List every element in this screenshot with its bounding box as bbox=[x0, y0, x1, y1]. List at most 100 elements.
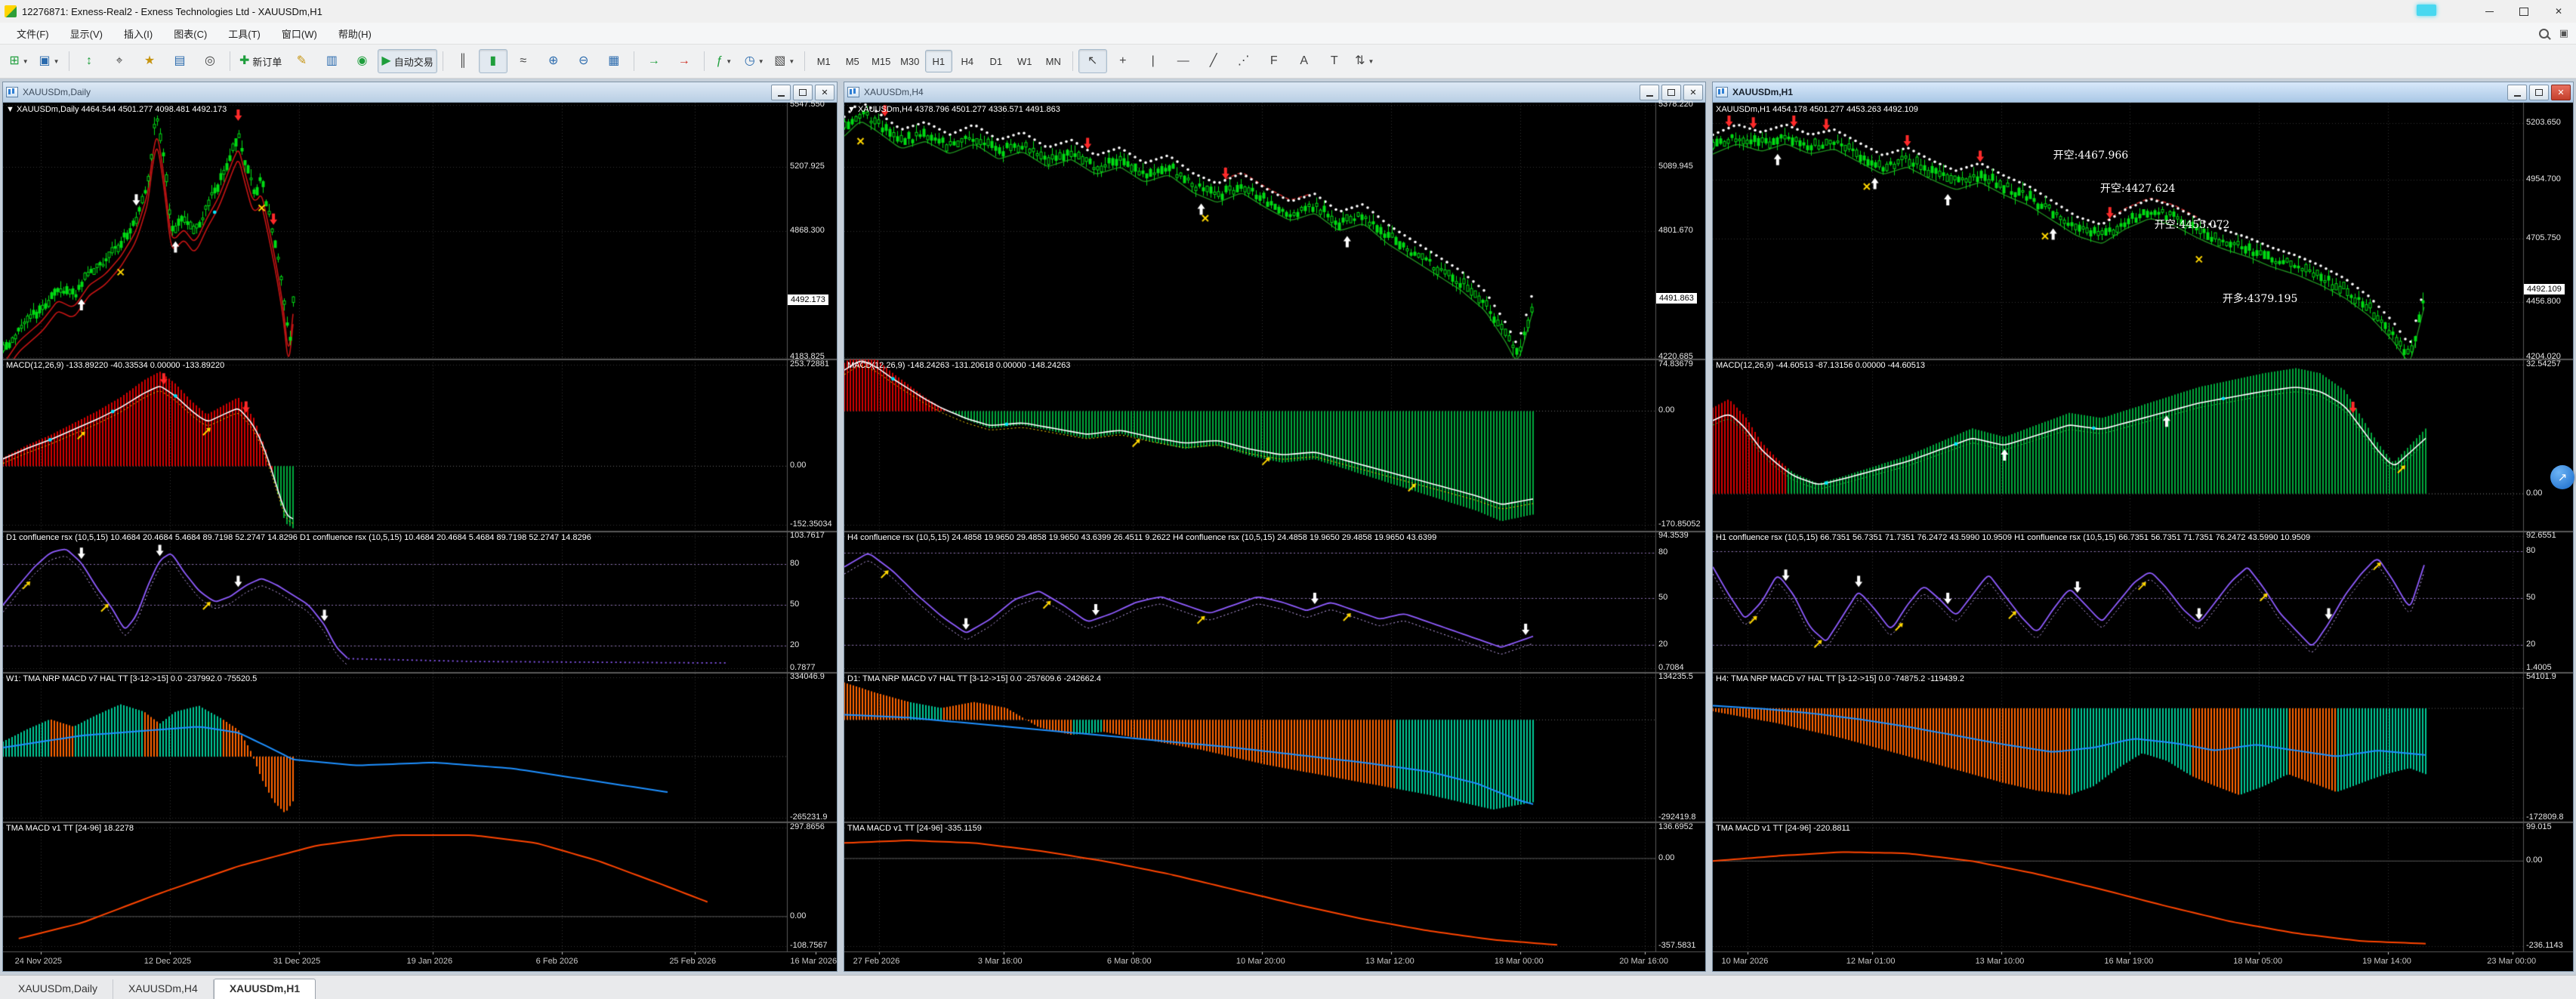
fibonacci-tool-icon[interactable]: F bbox=[1260, 49, 1288, 73]
line-chart-icon: ≈ bbox=[520, 55, 526, 67]
candlestick-chart-icon[interactable]: ▮ bbox=[479, 49, 507, 73]
crosshair-tool-icon: + bbox=[1119, 55, 1126, 67]
menubar: 文件(F)显示(V)插入(I)图表(C)工具(T)窗口(W)帮助(H) ▣ bbox=[0, 23, 2576, 45]
chart-minimize-button[interactable] bbox=[2507, 85, 2527, 100]
menu-item-5[interactable]: 窗口(W) bbox=[271, 23, 328, 44]
timeframe-button-M1[interactable]: M1 bbox=[810, 50, 838, 72]
chart-area[interactable]: ▼ XAUUSDm,Daily 4464.544 4501.277 4098.4… bbox=[3, 103, 837, 971]
chart-window-titlebar[interactable]: XAUUSDm,Daily bbox=[3, 82, 837, 103]
strategy-tester-icon[interactable]: ◎ bbox=[196, 49, 224, 73]
chart-minimize-button[interactable] bbox=[771, 85, 791, 100]
periods-icon[interactable]: ◷▼ bbox=[740, 49, 769, 73]
menu-item-4[interactable]: 工具(T) bbox=[217, 23, 271, 44]
chart-shift-icon[interactable]: → bbox=[670, 49, 699, 73]
zoom-in-icon[interactable]: ⊕ bbox=[539, 49, 568, 73]
navigator-icon[interactable]: ★ bbox=[135, 49, 164, 73]
market-watch-icon[interactable]: ↕ bbox=[75, 49, 103, 73]
menu-item-0[interactable]: 文件(F) bbox=[6, 23, 60, 44]
chart-minimize-button[interactable] bbox=[1640, 85, 1659, 100]
tile-windows-icon[interactable]: ▦ bbox=[600, 49, 628, 73]
chart-shift-icon: → bbox=[678, 55, 690, 67]
timeframe-button-MN[interactable]: MN bbox=[1040, 50, 1067, 72]
menu-item-6[interactable]: 帮助(H) bbox=[328, 23, 382, 44]
workspace: XAUUSDm,Daily ▼ XAUUSDm,Daily 4464.544 4… bbox=[0, 79, 2576, 975]
arrows-tool-icon: ⇅ bbox=[1355, 55, 1365, 67]
metaeditor-icon: ✎ bbox=[297, 55, 307, 67]
timeframe-button-D1[interactable]: D1 bbox=[983, 50, 1010, 72]
text-label-tool-icon[interactable]: T bbox=[1320, 49, 1349, 73]
maximize-button[interactable] bbox=[2507, 0, 2541, 23]
dropdown-arrow-icon[interactable]: ▼ bbox=[23, 58, 29, 65]
chart-window-titlebar[interactable]: XAUUSDm,H4 bbox=[844, 82, 1705, 103]
chart-window-title: XAUUSDm,Daily bbox=[23, 87, 91, 97]
chart-tab-2[interactable]: XAUUSDm,H1 bbox=[214, 979, 316, 999]
bar-chart-icon[interactable]: ║ bbox=[449, 49, 477, 73]
metaeditor-icon[interactable]: ✎ bbox=[287, 49, 316, 73]
trendline-tool-icon[interactable]: ╱ bbox=[1199, 49, 1228, 73]
chart-restore-button[interactable] bbox=[1661, 85, 1681, 100]
chart-area[interactable]: ▼ XAUUSDm,H4 4378.796 4501.277 4336.571 … bbox=[844, 103, 1705, 971]
chart-restore-button[interactable] bbox=[793, 85, 813, 100]
menu-item-3[interactable]: 图表(C) bbox=[163, 23, 217, 44]
timeframe-button-H1[interactable]: H1 bbox=[925, 50, 952, 72]
chart-window: XAUUSDm,H1 XAUUSDm,H1 4454.178 4501.277 … bbox=[1712, 82, 2574, 972]
timeframe-button-M30[interactable]: M30 bbox=[896, 50, 924, 72]
dropdown-arrow-icon[interactable]: ▼ bbox=[54, 58, 60, 65]
mql5-icon[interactable]: ▥ bbox=[317, 49, 346, 73]
edge-widget-icon[interactable]: ↗ bbox=[2550, 465, 2574, 489]
crosshair-tool-icon[interactable]: + bbox=[1109, 49, 1137, 73]
chart-tab-0[interactable]: XAUUSDm,Daily bbox=[3, 979, 113, 999]
timeframe-button-M5[interactable]: M5 bbox=[839, 50, 866, 72]
market-watch-icon: ↕ bbox=[86, 55, 92, 67]
chart-area[interactable]: XAUUSDm,H1 4454.178 4501.277 4453.263 44… bbox=[1713, 103, 2573, 971]
toolbar: ⊞▼▣▼↕⌖★▤◎✚新订单✎▥◉▶自动交易║▮≈⊕⊖▦→→ƒ▼◷▼▧▼M1M5M… bbox=[0, 45, 2576, 79]
dropdown-arrow-icon[interactable]: ▼ bbox=[1368, 58, 1374, 65]
vertical-line-tool-icon[interactable]: | bbox=[1139, 49, 1168, 73]
new-chart-icon: ⊞ bbox=[9, 55, 19, 67]
arrows-tool-icon[interactable]: ⇅▼ bbox=[1350, 49, 1379, 73]
community-icon[interactable]: ◉ bbox=[347, 49, 376, 73]
chart-window-title: XAUUSDm,H1 bbox=[1732, 87, 1793, 97]
text-label-tool-icon: T bbox=[1331, 55, 1338, 67]
window-controls bbox=[2472, 0, 2576, 23]
vertical-line-tool-icon: | bbox=[1152, 55, 1155, 67]
auto-scroll-icon[interactable]: → bbox=[640, 49, 668, 73]
templates-icon[interactable]: ▧▼ bbox=[770, 49, 799, 73]
timeframe-button-H4[interactable]: H4 bbox=[954, 50, 981, 72]
channel-tool-icon[interactable]: ⋰ bbox=[1229, 49, 1258, 73]
cursor-tool-icon[interactable]: ↖ bbox=[1078, 49, 1107, 73]
timeframe-button-W1[interactable]: W1 bbox=[1011, 50, 1038, 72]
timeframe-button-M15[interactable]: M15 bbox=[868, 50, 895, 72]
chart-tab-1[interactable]: XAUUSDm,H4 bbox=[113, 979, 214, 999]
horizontal-line-tool-icon[interactable]: — bbox=[1169, 49, 1198, 73]
chart-window-titlebar[interactable]: XAUUSDm,H1 bbox=[1713, 82, 2573, 103]
data-window-icon[interactable]: ⌖ bbox=[105, 49, 134, 73]
profiles-icon[interactable]: ▣▼ bbox=[35, 49, 63, 73]
chart-close-button[interactable] bbox=[2551, 85, 2571, 100]
data-window-icon: ⌖ bbox=[116, 55, 122, 67]
dropdown-arrow-icon[interactable]: ▼ bbox=[788, 58, 794, 65]
profiles-icon: ▣ bbox=[39, 55, 50, 67]
dropdown-arrow-icon[interactable]: ▼ bbox=[726, 58, 732, 65]
new-order-button[interactable]: ✚新订单 bbox=[236, 49, 285, 73]
chart-tabbar: XAUUSDm,DailyXAUUSDm,H4XAUUSDm,H1 bbox=[0, 975, 2576, 999]
menu-item-2[interactable]: 插入(I) bbox=[113, 23, 163, 44]
chart-icon bbox=[1716, 87, 1728, 97]
minimize-button[interactable] bbox=[2472, 0, 2507, 23]
indicators-icon[interactable]: ƒ▼ bbox=[710, 49, 739, 73]
chart-close-button[interactable] bbox=[815, 85, 835, 100]
text-tool-icon[interactable]: A bbox=[1290, 49, 1319, 73]
chart-close-button[interactable] bbox=[1683, 85, 1703, 100]
autotrading-button[interactable]: ▶自动交易 bbox=[378, 49, 437, 73]
menu-item-1[interactable]: 显示(V) bbox=[60, 23, 113, 44]
dropdown-arrow-icon[interactable]: ▼ bbox=[758, 58, 764, 65]
close-button[interactable] bbox=[2541, 0, 2576, 23]
zoom-out-icon[interactable]: ⊖ bbox=[569, 49, 598, 73]
chart-restore-button[interactable] bbox=[2529, 85, 2549, 100]
layers-icon[interactable]: ▣ bbox=[2559, 27, 2568, 39]
search-icon[interactable] bbox=[2539, 29, 2549, 39]
terminal-icon[interactable]: ▤ bbox=[165, 49, 194, 73]
new-chart-icon[interactable]: ⊞▼ bbox=[5, 49, 33, 73]
templates-icon: ▧ bbox=[774, 55, 785, 67]
line-chart-icon[interactable]: ≈ bbox=[509, 49, 538, 73]
